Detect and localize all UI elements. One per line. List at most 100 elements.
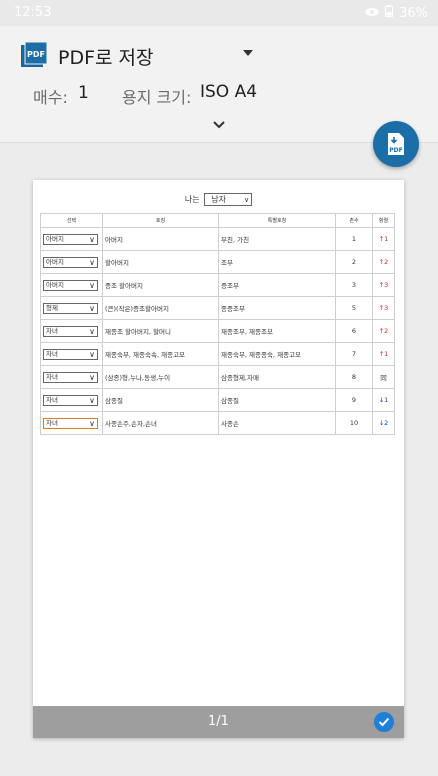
paper-size-select[interactable]: ISO A4 <box>200 82 257 102</box>
title-cell: 할아버지 <box>102 250 219 274</box>
battery-icon <box>385 5 394 21</box>
relation-select[interactable]: 아버지 ∨ <box>43 256 98 268</box>
status-time: 12:53 <box>14 5 52 20</box>
title-cell: 재종조 할아버지, 할머니 <box>102 319 219 343</box>
destination-select[interactable]: PDF로 저장 <box>58 43 154 70</box>
hangryeol-cell: 同 <box>372 365 395 389</box>
hangryeol-cell: ↑1 <box>372 227 395 251</box>
chon-cell: 3 <box>335 273 373 297</box>
col-header-special-title: 특별호칭 <box>218 213 336 228</box>
chon-cell: 2 <box>335 250 373 274</box>
pdf-file-icon: PDF <box>21 41 48 68</box>
relation-cell: 형제 ∨ <box>40 296 103 320</box>
hangryeol-cell: ↑2 <box>372 319 395 343</box>
preview-page-bar: 1/1 <box>33 706 404 738</box>
table-row: 자녀 ∨ (삼종)형,누나,동생,누이 삼종형제,자매 8 同 <box>40 365 395 389</box>
col-header-title: 호칭 <box>102 213 219 228</box>
chon-cell: 1 <box>335 227 373 251</box>
special-title-cell: 종증조부 <box>218 296 336 320</box>
copies-input[interactable]: 1 <box>78 83 89 103</box>
print-preview-page[interactable]: 나는 남자 ∨ 선택 호칭 특별호칭 촌수 항렬 아버지 ∨ 아버지 부친, 가친 1 ↑1… <box>33 180 404 738</box>
title-cell: 아버지 <box>102 227 219 251</box>
relation-select[interactable]: 자녀 ∨ <box>43 371 98 383</box>
relation-select[interactable]: 아버지 ∨ <box>43 279 98 291</box>
chon-cell: 7 <box>335 342 373 366</box>
special-title-cell: 삼종형제,자매 <box>218 365 336 389</box>
special-title-cell: 삼종질 <box>218 388 336 412</box>
table-row: 아버지 ∨ 증조 할아버지 증조부 3 ↑3 <box>40 273 395 297</box>
chon-cell: 5 <box>335 296 373 320</box>
hangryeol-cell: ↑3 <box>372 296 395 320</box>
page-indicator: 1/1 <box>208 714 229 729</box>
col-header-chon: 촌수 <box>335 213 373 228</box>
col-header-select: 선택 <box>40 213 103 228</box>
relation-select[interactable]: 자녀 ∨ <box>43 348 98 360</box>
chon-cell: 9 <box>335 388 373 412</box>
relation-cell: 자녀 ∨ <box>40 342 103 366</box>
eye-icon <box>365 6 379 21</box>
chevron-down-icon: ∨ <box>89 395 95 405</box>
table-row: 아버지 ∨ 할아버지 조부 2 ↑2 <box>40 250 395 274</box>
battery-percent: 36% <box>399 5 428 21</box>
download-pdf-button[interactable]: PDF <box>373 121 419 167</box>
table-row: 자녀 ∨ 재종숙부, 재종숙속, 재종고모 재종숙부, 재종종숙, 재종고모 7 ↑1 <box>40 342 395 366</box>
relation-select[interactable]: 자녀 ∨ <box>43 325 98 337</box>
table-row: 자녀 ∨ 사종손주,손자,손녀 사종손 10 ↓2 <box>40 411 395 435</box>
title-cell: 재종숙부, 재종숙속, 재종고모 <box>102 342 219 366</box>
gender-label: 나는 <box>184 195 200 204</box>
relation-select[interactable]: 자녀 ∨ <box>43 417 98 429</box>
hangryeol-cell: ↑3 <box>372 273 395 297</box>
relation-cell: 아버지 ∨ <box>40 227 103 251</box>
special-title-cell: 재종조부, 재종조모 <box>218 319 336 343</box>
chevron-down-icon: ∨ <box>89 326 95 336</box>
svg-text:PDF: PDF <box>389 147 402 154</box>
chon-cell: 10 <box>335 411 373 435</box>
relation-cell: 자녀 ∨ <box>40 411 103 435</box>
table-header-row: 선택 호칭 특별호칭 촌수 항렬 <box>40 213 395 228</box>
chevron-down-icon: ∨ <box>89 349 95 359</box>
hangryeol-cell: ↑1 <box>372 342 395 366</box>
copies-label: 매수: <box>33 88 68 107</box>
select-page-check-icon[interactable] <box>374 712 394 732</box>
paper-size-label: 용지 크기: <box>122 88 192 107</box>
title-cell: 증조 할아버지 <box>102 273 219 297</box>
chevron-down-icon: ∨ <box>89 372 95 382</box>
title-cell: (큰)(작은)증조할아버지 <box>102 296 219 320</box>
chevron-down-icon: ∨ <box>89 234 95 244</box>
relation-select[interactable]: 아버지 ∨ <box>43 233 98 245</box>
chevron-down-icon[interactable] <box>211 115 227 129</box>
relation-select[interactable]: 자녀 ∨ <box>43 394 98 406</box>
hangryeol-cell: ↑2 <box>372 250 395 274</box>
title-cell: 사종손주,손자,손녀 <box>102 411 219 435</box>
relation-cell: 아버지 ∨ <box>40 250 103 274</box>
special-title-cell: 조부 <box>218 250 336 274</box>
svg-text:PDF: PDF <box>27 50 45 59</box>
relation-table: 선택 호칭 특별호칭 촌수 항렬 아버지 ∨ 아버지 부친, 가친 1 ↑1 아버지 ∨ 할아버… <box>40 213 395 435</box>
status-bar: 12:53 36% <box>0 0 438 26</box>
hangryeol-cell: ↓2 <box>372 411 395 435</box>
chevron-down-icon: ∨ <box>89 280 95 290</box>
relation-cell: 자녀 ∨ <box>40 319 103 343</box>
table-row: 아버지 ∨ 아버지 부친, 가친 1 ↑1 <box>40 227 395 251</box>
relation-select[interactable]: 형제 ∨ <box>43 302 98 314</box>
gender-select[interactable]: 남자 ∨ <box>204 193 253 206</box>
relation-cell: 자녀 ∨ <box>40 365 103 389</box>
table-row: 자녀 ∨ 재종조 할아버지, 할머니 재종조부, 재종조모 6 ↑2 <box>40 319 395 343</box>
chon-cell: 6 <box>335 319 373 343</box>
chevron-down-icon: ∨ <box>243 196 250 204</box>
relation-cell: 자녀 ∨ <box>40 388 103 412</box>
title-cell: 삼종질 <box>102 388 219 412</box>
table-row: 형제 ∨ (큰)(작은)증조할아버지 종증조부 5 ↑3 <box>40 296 395 320</box>
dropdown-arrow-icon[interactable] <box>243 50 253 56</box>
special-title-cell: 부친, 가친 <box>218 227 336 251</box>
hangryeol-cell: ↓1 <box>372 388 395 412</box>
chevron-down-icon: ∨ <box>89 418 95 428</box>
chevron-down-icon: ∨ <box>89 303 95 313</box>
col-header-hangryeol: 항렬 <box>372 213 395 228</box>
status-icons: 36% <box>365 5 428 21</box>
gender-row: 나는 남자 ∨ <box>33 193 404 206</box>
title-cell: (삼종)형,누나,동생,누이 <box>102 365 219 389</box>
pdf-download-icon: PDF <box>388 133 404 155</box>
special-title-cell: 재종숙부, 재종종숙, 재종고모 <box>218 342 336 366</box>
special-title-cell: 증조부 <box>218 273 336 297</box>
